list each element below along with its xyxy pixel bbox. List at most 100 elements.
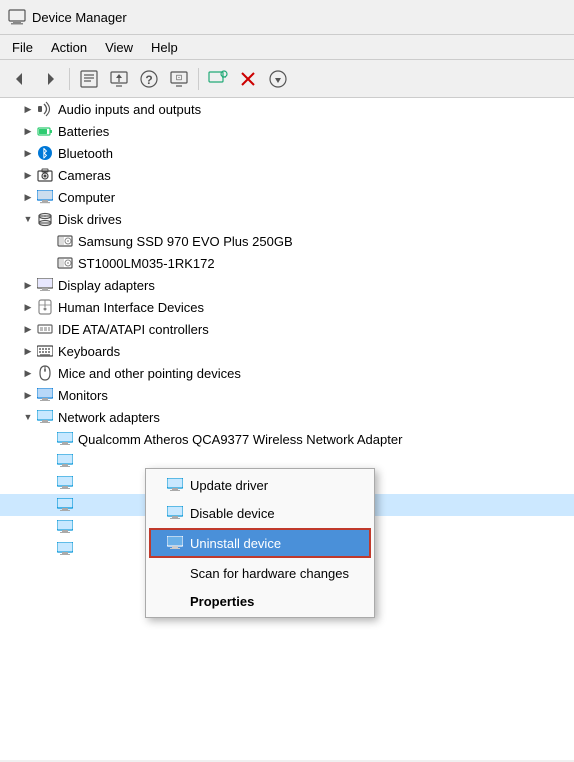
menu-view[interactable]: View [97, 38, 141, 57]
display-label: Display adapters [58, 278, 155, 293]
net1-icon [56, 452, 74, 470]
scan-hardware-ctx-icon [166, 564, 184, 582]
expander-disk-drives[interactable] [20, 211, 36, 227]
help-button[interactable]: ? [135, 65, 163, 93]
tree-item-monitors[interactable]: Monitors [0, 384, 574, 406]
menu-help[interactable]: Help [143, 38, 186, 57]
ide-icon [36, 320, 54, 338]
tree-item-batteries[interactable]: Batteries [0, 120, 574, 142]
properties-button[interactable] [75, 65, 103, 93]
batteries-label: Batteries [58, 124, 109, 139]
bluetooth-icon: ᛒ [36, 144, 54, 162]
tree-item-qualcomm[interactable]: Qualcomm Atheros QCA9377 Wireless Networ… [0, 428, 574, 450]
svg-text:ᛒ: ᛒ [42, 148, 49, 160]
menu-bar: File Action View Help [0, 35, 574, 60]
samsung-ssd-icon [56, 232, 74, 250]
audio-icon [36, 100, 54, 118]
qualcomm-icon [56, 430, 74, 448]
samsung-ssd-label: Samsung SSD 970 EVO Plus 250GB [78, 234, 293, 249]
ctx-update-driver[interactable]: Update driver [146, 471, 374, 499]
camera-icon [36, 166, 54, 184]
net5-icon [56, 540, 74, 558]
ctx-properties[interactable]: Properties [146, 587, 374, 615]
tree-item-samsung-ssd[interactable]: Samsung SSD 970 EVO Plus 250GB [0, 230, 574, 252]
disable-device-ctx-icon [166, 504, 184, 522]
network-adapters-icon [36, 408, 54, 426]
net2-icon [56, 474, 74, 492]
properties-label: Properties [190, 594, 254, 609]
scan-hardware-label: Scan for hardware changes [190, 566, 349, 581]
add-device-button[interactable] [204, 65, 232, 93]
mice-label: Mice and other pointing devices [58, 366, 241, 381]
audio-label: Audio inputs and outputs [58, 102, 201, 117]
menu-action[interactable]: Action [43, 38, 95, 57]
tree-item-disk-drives[interactable]: Disk drives [0, 208, 574, 230]
tree-item-keyboards[interactable]: Keyboards [0, 340, 574, 362]
tree-area[interactable]: Audio inputs and outputs Batteries ᛒ Blu… [0, 98, 574, 760]
tree-item-hid[interactable]: Human Interface Devices [0, 296, 574, 318]
toolbar-separator-1 [69, 68, 70, 90]
menu-file[interactable]: File [4, 38, 41, 57]
ide-label: IDE ATA/ATAPI controllers [58, 322, 209, 337]
tree-item-cameras[interactable]: Cameras [0, 164, 574, 186]
ctx-disable-device[interactable]: Disable device [146, 499, 374, 527]
expander-monitors[interactable] [20, 387, 36, 403]
ctx-uninstall-device[interactable]: Uninstall device [149, 528, 371, 558]
uninstall-device-label: Uninstall device [190, 536, 281, 551]
properties-ctx-icon [166, 592, 184, 610]
network-label: Network adapters [58, 410, 160, 425]
hid-icon [36, 298, 54, 316]
uninstall-device-ctx-icon [166, 534, 184, 552]
expander-cameras[interactable] [20, 167, 36, 183]
keyboard-icon [36, 342, 54, 360]
mouse-icon [36, 364, 54, 382]
svg-text:?: ? [145, 73, 152, 87]
tree-item-network[interactable]: Network adapters [0, 406, 574, 428]
st1000-label: ST1000LM035-1RK172 [78, 256, 215, 271]
update-driver-ctx-icon [166, 476, 184, 494]
monitors-icon [36, 386, 54, 404]
disk-drives-label: Disk drives [58, 212, 122, 227]
app-icon [8, 8, 26, 26]
tree-item-audio[interactable]: Audio inputs and outputs [0, 98, 574, 120]
title-bar: Device Manager [0, 0, 574, 35]
ctx-scan-hardware[interactable]: Scan for hardware changes [146, 559, 374, 587]
toolbar: ? ⊡ [0, 60, 574, 98]
st1000-icon [56, 254, 74, 272]
disable-device-label: Disable device [190, 506, 275, 521]
expander-network[interactable] [20, 409, 36, 425]
tree-item-mice[interactable]: Mice and other pointing devices [0, 362, 574, 384]
computer-icon [36, 188, 54, 206]
update-driver-button[interactable] [105, 65, 133, 93]
hid-label: Human Interface Devices [58, 300, 204, 315]
display-icon [36, 276, 54, 294]
expander-batteries[interactable] [20, 123, 36, 139]
bluetooth-label: Bluetooth [58, 146, 113, 161]
tree-item-st1000[interactable]: ST1000LM035-1RK172 [0, 252, 574, 274]
tree-item-bluetooth[interactable]: ᛒ Bluetooth [0, 142, 574, 164]
expander-display[interactable] [20, 277, 36, 293]
scan-button[interactable]: ⊡ [165, 65, 193, 93]
forward-button[interactable] [36, 65, 64, 93]
expander-audio[interactable] [20, 101, 36, 117]
scan-hardware-button[interactable] [264, 65, 292, 93]
tree-item-display[interactable]: Display adapters [0, 274, 574, 296]
expander-ide[interactable] [20, 321, 36, 337]
expander-mice[interactable] [20, 365, 36, 381]
expander-hid[interactable] [20, 299, 36, 315]
computer-label: Computer [58, 190, 115, 205]
tree-item-computer[interactable]: Computer [0, 186, 574, 208]
back-button[interactable] [6, 65, 34, 93]
remove-device-button[interactable] [234, 65, 262, 93]
context-menu: Update driver Disable device [145, 468, 375, 618]
expander-keyboards[interactable] [20, 343, 36, 359]
toolbar-separator-2 [198, 68, 199, 90]
qualcomm-label: Qualcomm Atheros QCA9377 Wireless Networ… [78, 432, 402, 447]
disk-drives-icon [36, 210, 54, 228]
window-title: Device Manager [32, 10, 127, 25]
expander-computer[interactable] [20, 189, 36, 205]
keyboards-label: Keyboards [58, 344, 120, 359]
svg-text:⊡: ⊡ [176, 73, 183, 82]
expander-bluetooth[interactable] [20, 145, 36, 161]
tree-item-ide[interactable]: IDE ATA/ATAPI controllers [0, 318, 574, 340]
